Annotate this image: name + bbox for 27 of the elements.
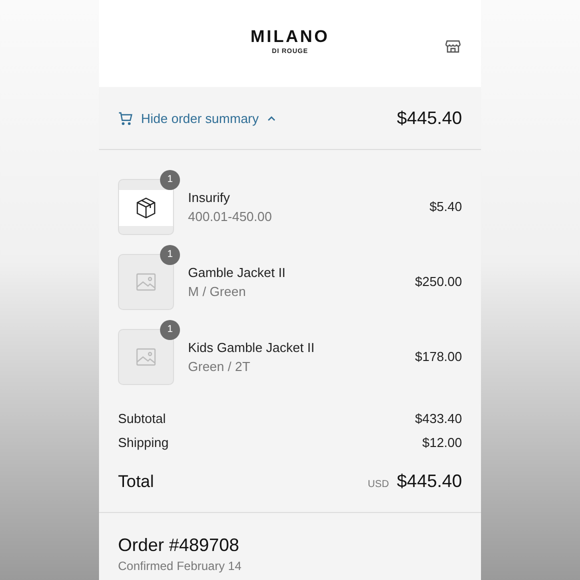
product-variant: Green / 2T: [188, 358, 252, 374]
product-name: Insurify: [188, 190, 231, 204]
total-label: Total: [118, 472, 154, 492]
order-confirmed-date: Confirmed February 14: [118, 559, 242, 573]
product-variant: 400.01-450.00: [188, 208, 273, 224]
product-name: Kids Gamble Jacket II: [188, 340, 316, 354]
currency-code: USD: [368, 479, 389, 490]
cost-label: Shipping: [118, 435, 169, 450]
cost-value: $12.00: [422, 435, 462, 450]
cart-icon: [118, 110, 133, 126]
total-value: $445.40: [396, 471, 462, 492]
product-price: $250.00: [415, 274, 462, 289]
quantity-badge: 1: [160, 244, 180, 264]
cost-label: Subtotal: [118, 411, 166, 426]
cost-value: $433.40: [415, 411, 462, 426]
summary-total: $445.40: [396, 108, 462, 128]
caret-icon: [266, 114, 276, 122]
product-price: $5.40: [429, 199, 462, 214]
product-name: Gamble Jacket II: [188, 264, 287, 280]
quantity-badge: 1: [160, 170, 180, 190]
product-variant: M / Green: [188, 284, 247, 298]
logo-text: MILANO: [250, 27, 330, 47]
product-price: $178.00: [415, 349, 462, 364]
store-icon[interactable]: [445, 38, 461, 54]
quantity-badge: 1: [160, 320, 180, 340]
hide-order-summary-button[interactable]: Hide order summary: [118, 110, 276, 126]
order-number: Order #489708: [118, 535, 240, 556]
